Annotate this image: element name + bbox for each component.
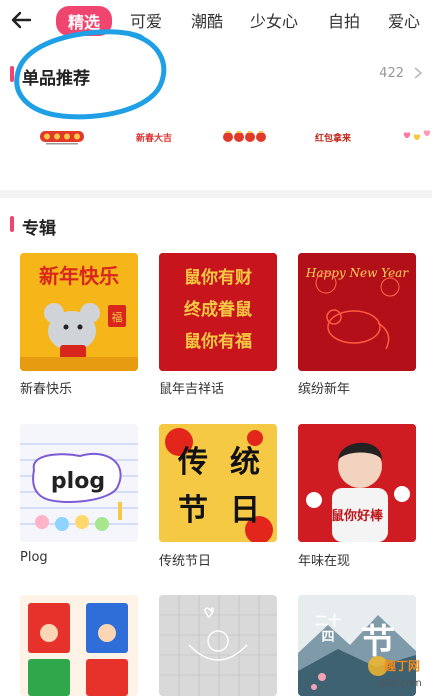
singles-count[interactable]: 422: [379, 66, 404, 81]
sticker-item[interactable]: [38, 128, 86, 146]
mouse-greetings-artwork: 鼠你有财 终成眷鼠 鼠你有福: [159, 253, 277, 371]
album-card-label: 缤纷新年: [298, 382, 351, 397]
svg-text:plog: plog: [51, 469, 105, 494]
sticker-item[interactable]: 新春大吉: [128, 128, 180, 146]
plog-artwork: plog: [20, 424, 138, 542]
album-card[interactable]: 鼠你有财 终成眷鼠 鼠你有福: [159, 253, 277, 371]
svg-text:终成眷鼠: 终成眷鼠: [184, 299, 252, 320]
section-divider: [0, 190, 432, 198]
svg-text:鼠你好棒: 鼠你好棒: [331, 508, 384, 524]
sticker-item[interactable]: [400, 128, 432, 146]
tab-heart[interactable]: 爱心: [388, 8, 420, 32]
album-card-label: 年味在现: [298, 554, 351, 569]
back-arrow-icon[interactable]: [8, 6, 36, 34]
album-card[interactable]: 新年快乐 福: [20, 253, 138, 371]
snack-packs-artwork: [20, 595, 138, 696]
traditional-festival-artwork: 传 统 节 日: [159, 424, 277, 542]
album-card-label: Plog: [20, 550, 48, 565]
section-accent-bar: [10, 216, 14, 232]
sticker-new-year-icon: [40, 131, 84, 145]
sticker-label: 红包拿来: [314, 133, 351, 144]
album-card-label: 鼠年吉祥话: [159, 382, 225, 397]
section-accent-bar: [10, 66, 14, 82]
svg-text:四: 四: [321, 630, 334, 645]
svg-text:二十: 二十: [315, 613, 341, 629]
album-card[interactable]: [159, 595, 277, 696]
svg-text:福: 福: [112, 310, 123, 324]
album-card[interactable]: plog: [20, 424, 138, 542]
sticker-item[interactable]: [220, 128, 268, 146]
singles-title: 单品推荐: [22, 69, 90, 89]
singles-section: 单品推荐 422 新春大吉 红包拿来: [0, 44, 432, 190]
sticker-lanterns-icon: [223, 131, 266, 142]
album-card[interactable]: 传 统 节 日: [159, 424, 277, 542]
svg-text:Happy New Year: Happy New Year: [305, 266, 409, 280]
chevron-right-icon[interactable]: [412, 66, 424, 80]
new-year-artwork: 新年快乐 福: [20, 253, 138, 371]
colorful-new-year-artwork: Happy New Year: [298, 253, 416, 371]
svg-text:节: 节: [178, 493, 208, 528]
sticker-hearts-icon: [403, 130, 431, 140]
tab-featured[interactable]: 精选: [56, 6, 113, 36]
svg-text:鼠你有福: 鼠你有福: [184, 331, 252, 352]
svg-text:新年快乐: 新年快乐: [39, 264, 119, 288]
album-card-label: 传统节日: [159, 554, 212, 569]
tab-selfie[interactable]: 自拍: [328, 8, 360, 32]
tab-cute[interactable]: 可爱: [130, 8, 162, 32]
doodle-artwork: [159, 595, 277, 696]
album-card[interactable]: [20, 595, 138, 696]
svg-text:趣丁网: 趣丁网: [383, 658, 420, 673]
top-tab-bar: 精选 可爱 潮酷 少女心 自拍 爱心: [0, 0, 432, 40]
new-year-vibe-artwork: 鼠你好棒: [298, 424, 416, 542]
tab-girly[interactable]: 少女心: [250, 8, 298, 32]
svg-text:统: 统: [230, 445, 260, 480]
svg-text:日: 日: [230, 493, 260, 528]
album-title: 专辑: [22, 219, 56, 239]
album-card[interactable]: 鼠你好棒: [298, 424, 416, 542]
album-card-label: 新春快乐: [20, 382, 73, 397]
svg-text:q2d.com: q2d.com: [378, 678, 422, 689]
svg-text:传: 传: [177, 445, 208, 480]
sticker-item[interactable]: 红包拿来: [308, 128, 358, 146]
svg-text:鼠你有财: 鼠你有财: [184, 267, 252, 288]
tab-cool[interactable]: 潮酷: [191, 8, 223, 32]
sticker-label: 新春大吉: [135, 133, 172, 144]
album-card[interactable]: Happy New Year: [298, 253, 416, 371]
watermark-logo: 趣丁网 q2d.com: [368, 656, 422, 689]
